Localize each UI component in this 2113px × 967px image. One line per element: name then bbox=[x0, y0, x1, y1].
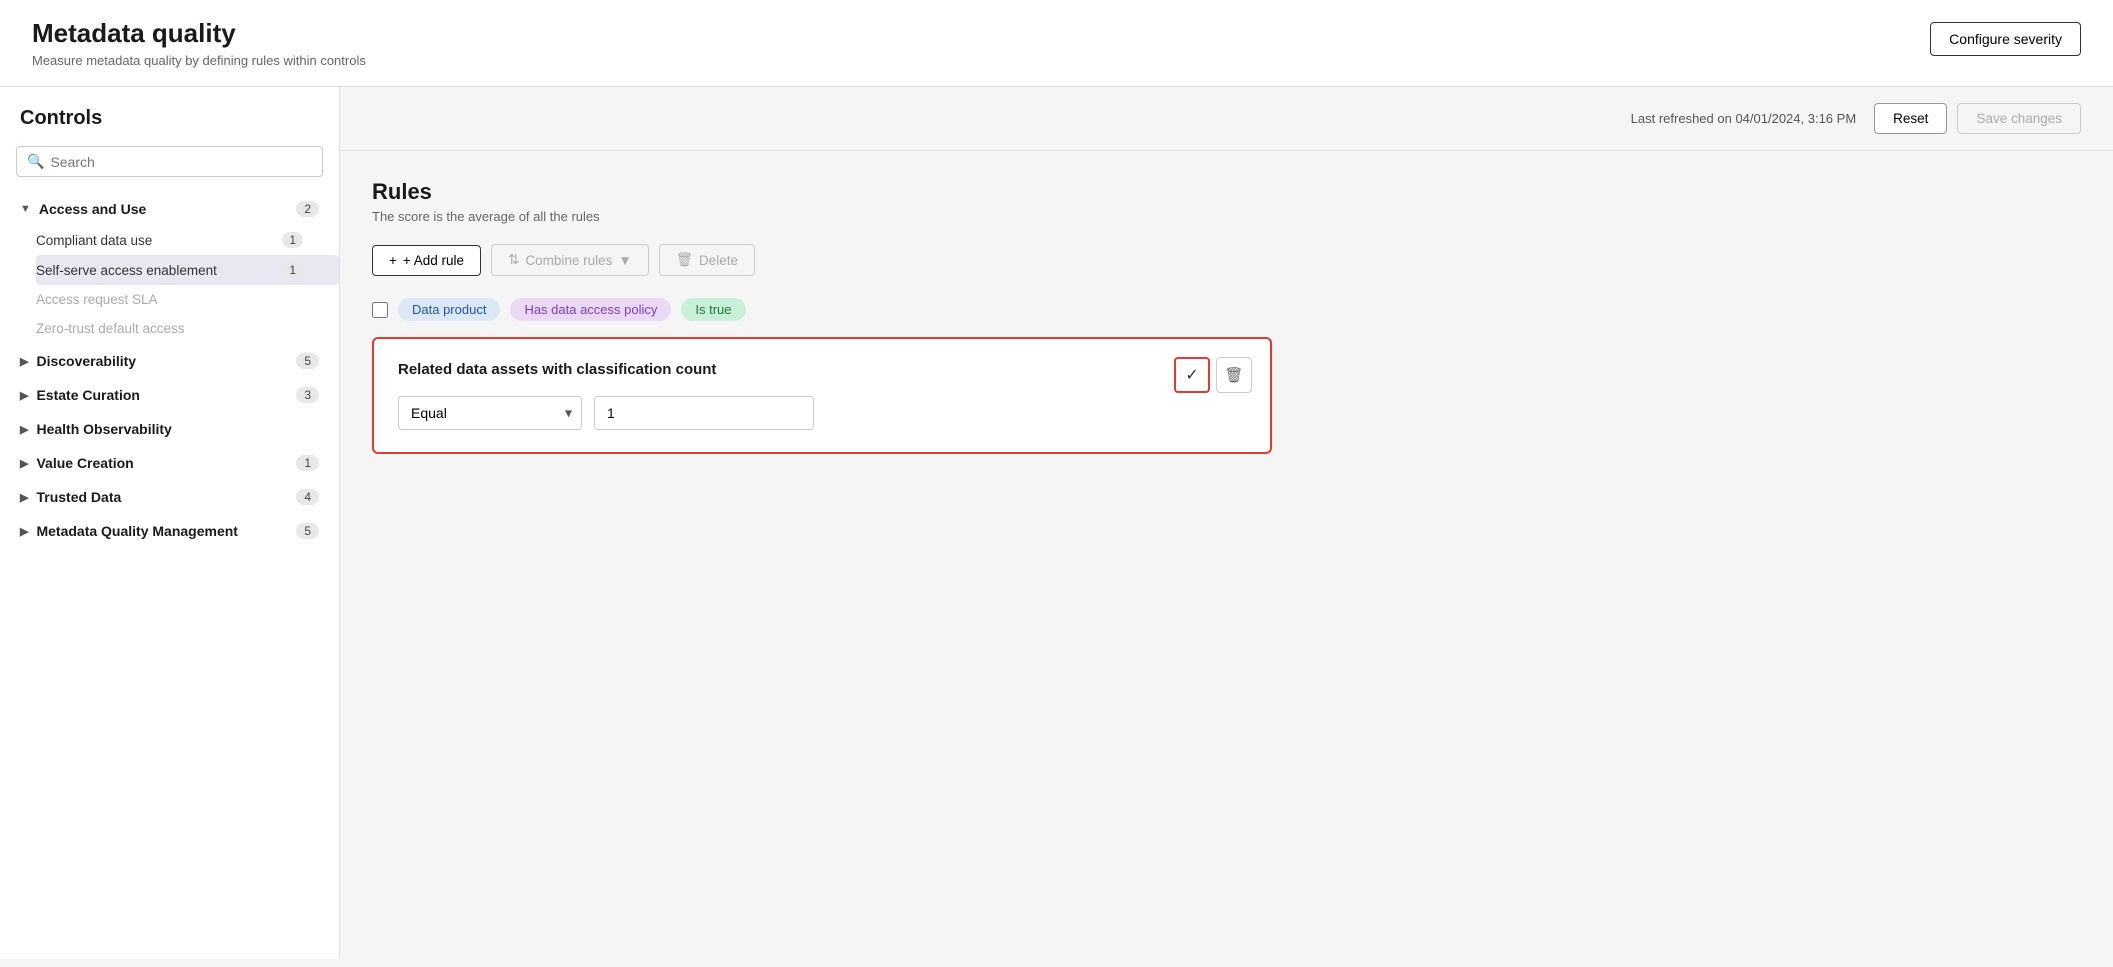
combine-rules-button[interactable]: ⇅ Combine rules ▼ bbox=[491, 244, 649, 276]
chevron-right-icon: ▶ bbox=[20, 355, 28, 368]
rule-row: Data product Has data access policy Is t… bbox=[372, 298, 2081, 321]
combine-icon: ⇅ bbox=[508, 252, 519, 268]
tag-value[interactable]: Is true bbox=[681, 298, 745, 321]
sidebar-item-label: Compliant data use bbox=[36, 233, 152, 248]
main-layout: Controls 🔍 ▼ Access and Use 2 Compliant … bbox=[0, 87, 2113, 959]
nav-group-label-metadata-quality-management: Metadata Quality Management bbox=[36, 523, 238, 539]
plus-icon: + bbox=[389, 253, 397, 268]
sidebar: Controls 🔍 ▼ Access and Use 2 Compliant … bbox=[0, 87, 340, 959]
sidebar-item-label: Access request SLA bbox=[36, 292, 158, 307]
delete-rule-button[interactable]: 🗑 bbox=[1216, 357, 1252, 393]
nav-group-header-trusted-data[interactable]: ▶ Trusted Data 4 bbox=[0, 481, 339, 513]
trash-icon: 🗑 bbox=[676, 252, 693, 268]
nav-group-metadata-quality-management: ▶ Metadata Quality Management 5 bbox=[0, 515, 339, 547]
rules-toolbar: + + Add rule ⇅ Combine rules ▼ 🗑 Delete bbox=[372, 244, 2081, 276]
add-rule-label: + Add rule bbox=[403, 253, 464, 268]
nav-group-label-value-creation: Value Creation bbox=[36, 455, 133, 471]
nav-group-header-value-creation[interactable]: ▶ Value Creation 1 bbox=[0, 447, 339, 479]
sidebar-item-access-request-sla: Access request SLA bbox=[36, 285, 339, 314]
top-bar: Metadata quality Measure metadata qualit… bbox=[0, 0, 2113, 87]
chevron-right-icon: ▶ bbox=[20, 457, 28, 470]
nav-group-badge-value-creation: 1 bbox=[296, 455, 319, 471]
nav-group-label-estate-curation: Estate Curation bbox=[36, 387, 139, 403]
nav-group-label-health-observability: Health Observability bbox=[36, 421, 171, 437]
nav-sub-items-access-and-use: Compliant data use 1 Self-serve access e… bbox=[0, 225, 339, 343]
nav-group-badge-metadata-quality-management: 5 bbox=[296, 523, 319, 539]
rule-card-title: Related data assets with classification … bbox=[398, 361, 1246, 378]
chevron-down-icon: ▼ bbox=[618, 253, 631, 268]
sidebar-item-label: Zero-trust default access bbox=[36, 321, 185, 336]
chevron-right-icon: ▶ bbox=[20, 525, 28, 538]
page-subtitle: Measure metadata quality by defining rul… bbox=[32, 53, 366, 68]
rule-card: Related data assets with classification … bbox=[372, 337, 1272, 454]
nav-group-label-access-and-use: Access and Use bbox=[39, 201, 146, 217]
chevron-right-icon: ▶ bbox=[20, 491, 28, 504]
rule-card-actions: ✓ 🗑 bbox=[1174, 357, 1252, 393]
nav-group-header-discoverability[interactable]: ▶ Discoverability 5 bbox=[0, 345, 339, 377]
reset-button[interactable]: Reset bbox=[1874, 103, 1947, 134]
tag-condition[interactable]: Has data access policy bbox=[510, 298, 671, 321]
condition-select-wrapper: Equal Not equal Greater than Less than G… bbox=[398, 396, 582, 430]
sidebar-item-badge: 1 bbox=[282, 262, 303, 278]
nav-group-badge-discoverability: 5 bbox=[296, 353, 319, 369]
page-header: Metadata quality Measure metadata qualit… bbox=[32, 18, 366, 68]
nav-group-estate-curation: ▶ Estate Curation 3 bbox=[0, 379, 339, 411]
search-input[interactable] bbox=[50, 154, 312, 170]
controls-title: Controls bbox=[0, 107, 339, 146]
save-changes-button[interactable]: Save changes bbox=[1957, 103, 2081, 134]
rules-area: Rules The score is the average of all th… bbox=[340, 151, 2113, 482]
rule-card-row: Equal Not equal Greater than Less than G… bbox=[398, 396, 1246, 430]
tag-entity[interactable]: Data product bbox=[398, 298, 500, 321]
top-actions-bar: Last refreshed on 04/01/2024, 3:16 PM Re… bbox=[340, 87, 2113, 151]
nav-group-discoverability: ▶ Discoverability 5 bbox=[0, 345, 339, 377]
main-content: Last refreshed on 04/01/2024, 3:16 PM Re… bbox=[340, 87, 2113, 959]
nav-group-access-and-use: ▼ Access and Use 2 Compliant data use 1 … bbox=[0, 193, 339, 343]
nav-group-value-creation: ▶ Value Creation 1 bbox=[0, 447, 339, 479]
confirm-rule-button[interactable]: ✓ bbox=[1174, 357, 1210, 393]
nav-group-header-health-observability[interactable]: ▶ Health Observability bbox=[0, 413, 339, 445]
combine-rules-label: Combine rules bbox=[525, 253, 612, 268]
configure-severity-button[interactable]: Configure severity bbox=[1930, 22, 2081, 56]
page-title: Metadata quality bbox=[32, 18, 366, 49]
chevron-down-icon: ▼ bbox=[20, 203, 31, 215]
nav-group-health-observability: ▶ Health Observability bbox=[0, 413, 339, 445]
add-rule-button[interactable]: + + Add rule bbox=[372, 245, 481, 276]
sidebar-item-label: Self-serve access enablement bbox=[36, 263, 217, 278]
sidebar-item-badge: 1 bbox=[282, 232, 303, 248]
rule-checkbox[interactable] bbox=[372, 302, 388, 318]
chevron-right-icon: ▶ bbox=[20, 389, 28, 402]
rules-title: Rules bbox=[372, 179, 2081, 205]
nav-group-trusted-data: ▶ Trusted Data 4 bbox=[0, 481, 339, 513]
rules-subtitle: The score is the average of all the rule… bbox=[372, 209, 2081, 224]
value-input[interactable] bbox=[594, 396, 814, 430]
delete-button[interactable]: 🗑 Delete bbox=[659, 244, 755, 276]
nav-group-header-metadata-quality-management[interactable]: ▶ Metadata Quality Management 5 bbox=[0, 515, 339, 547]
last-refreshed-text: Last refreshed on 04/01/2024, 3:16 PM bbox=[1631, 111, 1857, 126]
nav-group-badge-access-and-use: 2 bbox=[296, 201, 319, 217]
condition-select[interactable]: Equal Not equal Greater than Less than G… bbox=[398, 396, 582, 430]
search-icon: 🔍 bbox=[27, 153, 44, 170]
sidebar-item-self-serve-access[interactable]: Self-serve access enablement 1 bbox=[36, 255, 339, 285]
chevron-right-icon: ▶ bbox=[20, 423, 28, 436]
nav-group-label-discoverability: Discoverability bbox=[36, 353, 136, 369]
nav-group-header-access-and-use[interactable]: ▼ Access and Use 2 bbox=[0, 193, 339, 225]
search-box[interactable]: 🔍 bbox=[16, 146, 323, 177]
sidebar-item-compliant-data-use[interactable]: Compliant data use 1 bbox=[36, 225, 339, 255]
delete-label: Delete bbox=[699, 253, 738, 268]
nav-group-badge-estate-curation: 3 bbox=[296, 387, 319, 403]
sidebar-item-zero-trust: Zero-trust default access bbox=[36, 314, 339, 343]
nav-group-badge-trusted-data: 4 bbox=[296, 489, 319, 505]
nav-group-header-estate-curation[interactable]: ▶ Estate Curation 3 bbox=[0, 379, 339, 411]
nav-group-label-trusted-data: Trusted Data bbox=[36, 489, 121, 505]
